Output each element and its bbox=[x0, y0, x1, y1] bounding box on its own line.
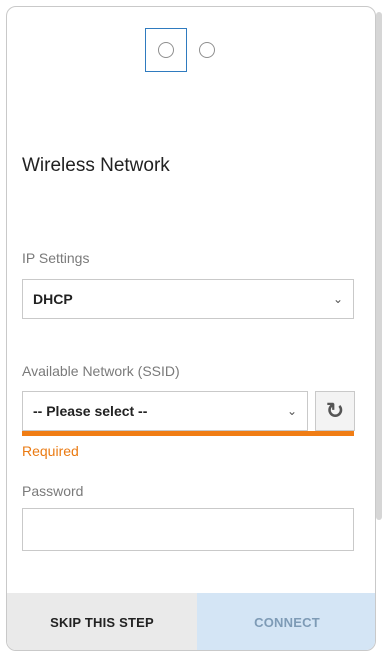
refresh-networks-button[interactable]: ↻ bbox=[315, 391, 355, 431]
step-1-dot-icon bbox=[158, 42, 174, 58]
ssid-label: Available Network (SSID) bbox=[22, 363, 180, 379]
page-title: Wireless Network bbox=[22, 155, 170, 176]
step-1-active[interactable] bbox=[145, 28, 187, 72]
password-label: Password bbox=[22, 483, 84, 499]
vertical-scrollbar[interactable] bbox=[376, 12, 382, 520]
ip-settings-label: IP Settings bbox=[22, 250, 90, 266]
ssid-required-message: Required bbox=[22, 443, 79, 459]
skip-step-button[interactable]: SKIP THIS STEP bbox=[7, 593, 197, 650]
password-input[interactable] bbox=[22, 508, 354, 551]
ssid-error-underline bbox=[22, 431, 354, 436]
ip-settings-value: DHCP bbox=[33, 291, 73, 307]
ip-settings-select[interactable]: DHCP ⌄ bbox=[22, 279, 354, 319]
ssid-value: -- Please select -- bbox=[33, 403, 148, 419]
step-indicator bbox=[145, 27, 215, 73]
step-2-dot-icon[interactable] bbox=[199, 42, 215, 58]
chevron-down-icon: ⌄ bbox=[332, 292, 343, 306]
footer-actions: SKIP THIS STEP CONNECT bbox=[7, 593, 375, 650]
setup-card: Wireless Network IP Settings DHCP ⌄ Avai… bbox=[6, 6, 376, 651]
connect-button[interactable]: CONNECT bbox=[197, 593, 375, 650]
chevron-down-icon: ⌄ bbox=[286, 404, 297, 418]
ssid-select[interactable]: -- Please select -- ⌄ bbox=[22, 391, 308, 431]
refresh-icon: ↻ bbox=[325, 398, 345, 423]
